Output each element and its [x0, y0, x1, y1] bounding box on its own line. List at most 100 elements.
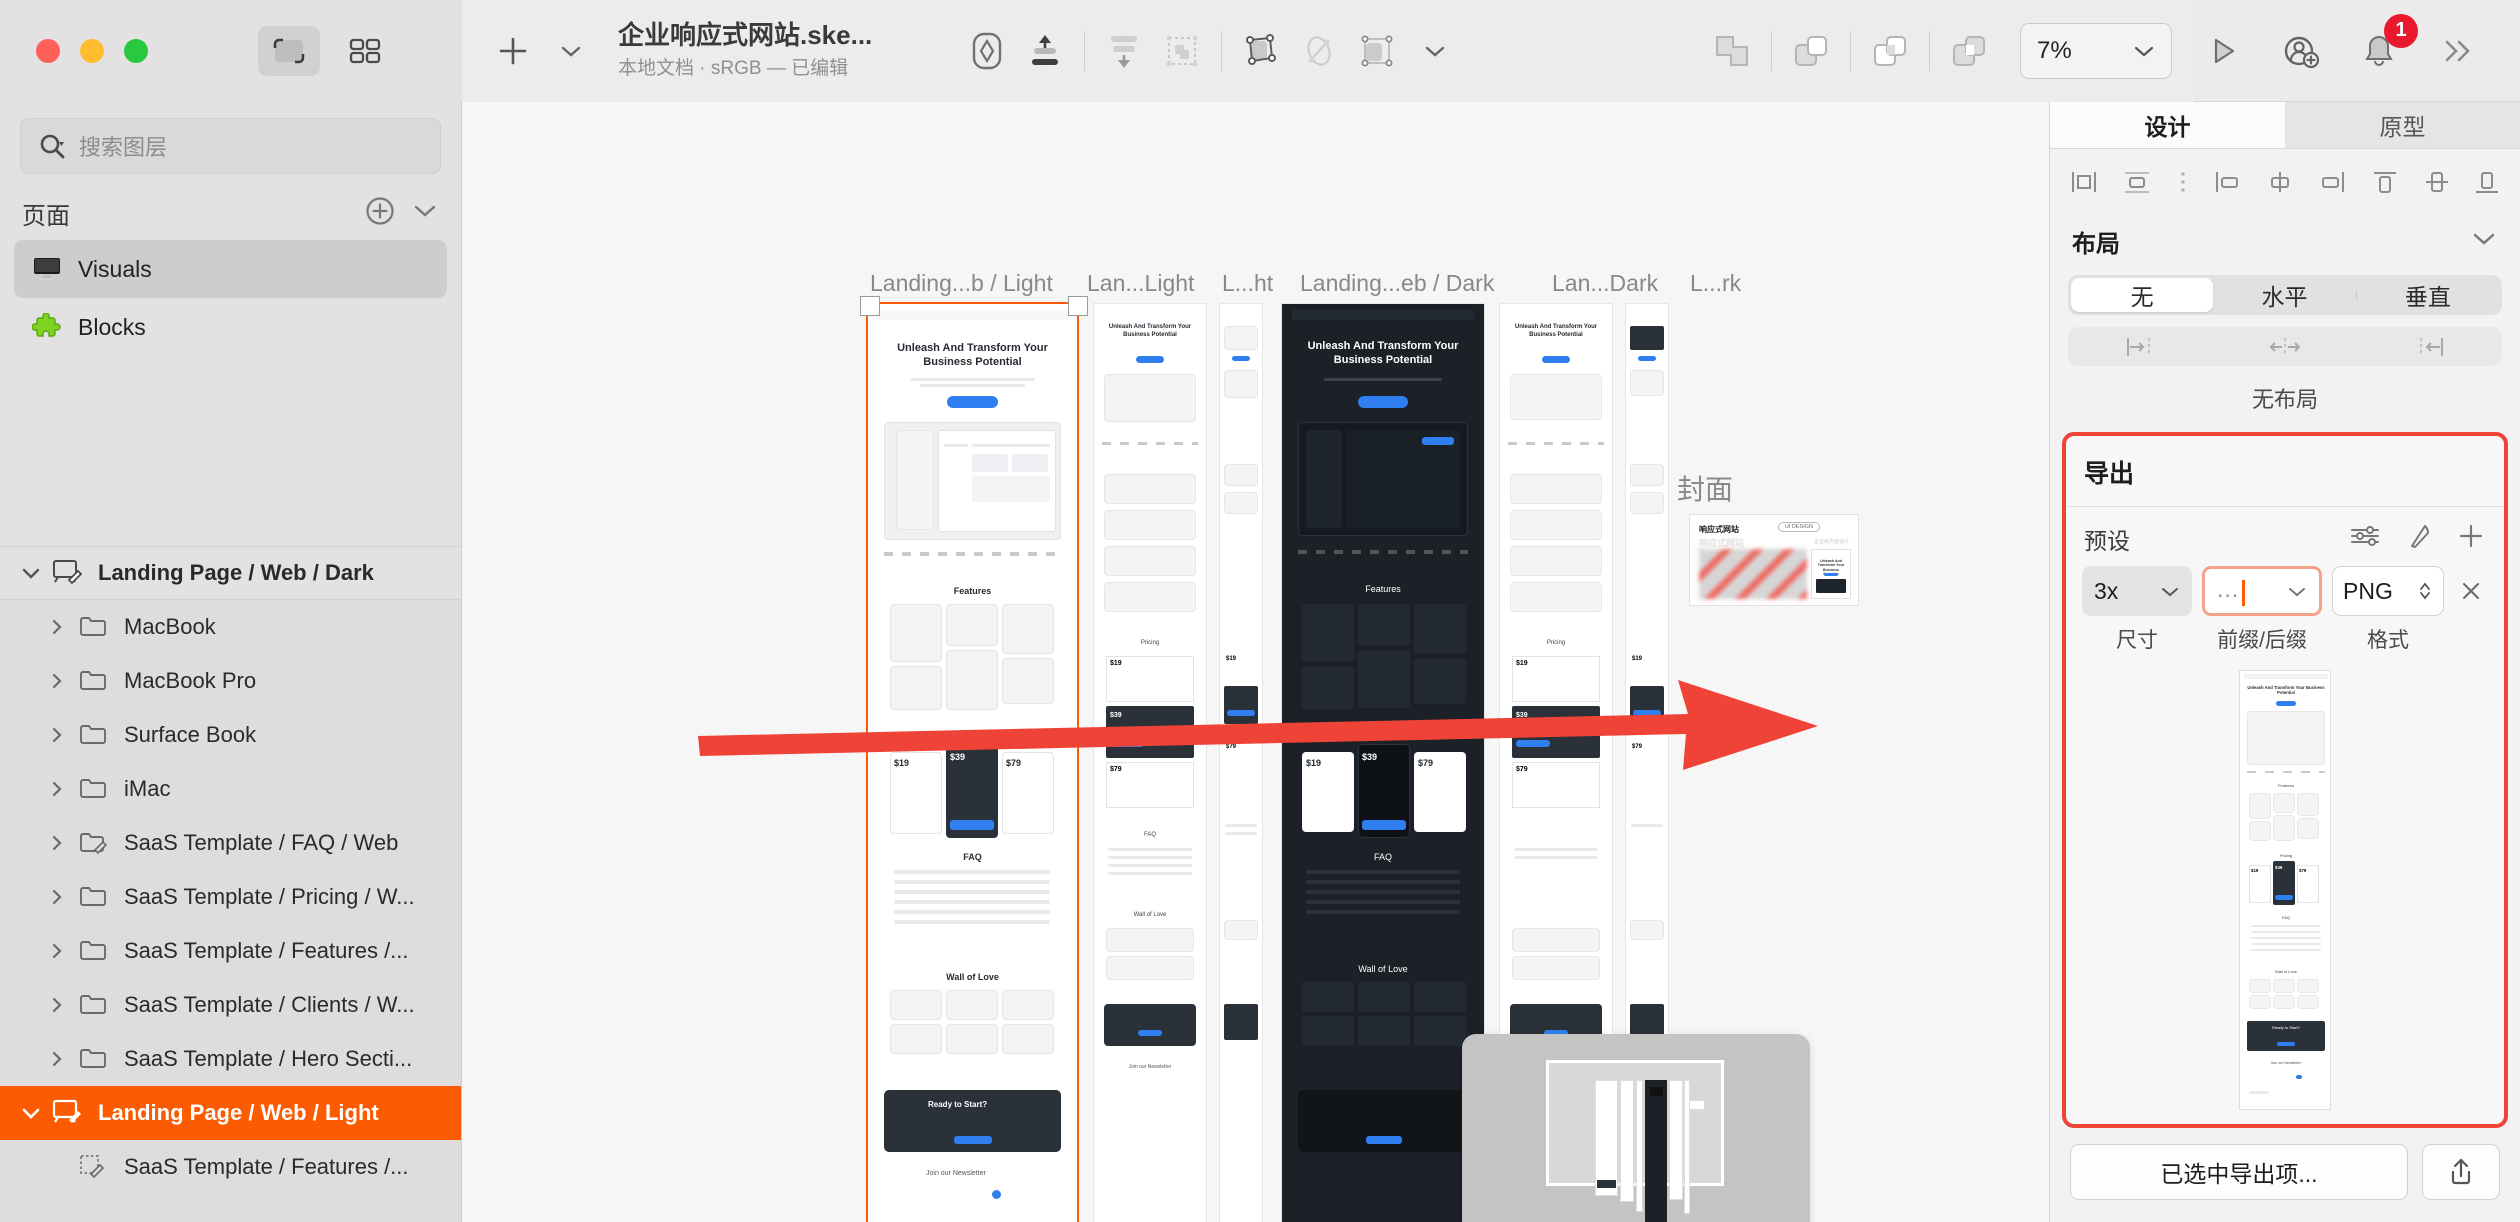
artboard-label[interactable]: Landing...eb / Dark	[1300, 270, 1494, 297]
intersect-button[interactable]	[1861, 22, 1919, 80]
insert-button[interactable]	[484, 22, 542, 80]
pin-left-button[interactable]	[2211, 167, 2245, 202]
layout-mode-none[interactable]: 无	[2071, 277, 2214, 313]
artboard-label[interactable]: L...ht	[1222, 270, 1273, 297]
layer-row[interactable]: MacBook	[0, 600, 461, 654]
pages-collapse-button[interactable]	[411, 202, 439, 225]
canvas[interactable]: Landing...b / Light Lan...Light L...ht L…	[462, 102, 2049, 1222]
artboard-label[interactable]: Lan...Light	[1087, 270, 1194, 297]
layer-row[interactable]: MacBook Pro	[0, 654, 461, 708]
selection-handle-tl[interactable]	[860, 296, 880, 316]
distribute-h-button[interactable]	[2173, 167, 2193, 202]
add-page-button[interactable]	[363, 194, 397, 233]
disclosure-icon[interactable]	[40, 941, 74, 961]
group-button[interactable]	[1153, 22, 1211, 80]
align-left-button[interactable]	[2068, 167, 2102, 202]
resize-both-button[interactable]	[2213, 334, 2357, 360]
minimize-button[interactable]	[80, 38, 104, 63]
disclosure-icon[interactable]	[40, 833, 74, 853]
sidebar-page-visuals[interactable]: Visuals	[14, 240, 447, 298]
export-format-stepper[interactable]: PNG	[2332, 566, 2444, 616]
create-symbol-button[interactable]	[958, 22, 1016, 80]
layer-row[interactable]: Landing Page / Web / Dark	[0, 546, 461, 600]
pin-right-button[interactable]	[2315, 167, 2349, 202]
toolbar-overflow-button[interactable]	[2428, 22, 2486, 80]
add-collaborator-button[interactable]	[2272, 22, 2330, 80]
disclosure-icon[interactable]	[40, 725, 74, 745]
artboard-label[interactable]: Landing...b / Light	[870, 270, 1053, 297]
navigator-viewport[interactable]	[1546, 1060, 1724, 1186]
difference-button[interactable]	[1940, 22, 1998, 80]
cover-label[interactable]: 封面	[1677, 468, 1733, 508]
export-prefix-input[interactable]: ...	[2202, 566, 2322, 616]
chevron-down-icon	[414, 205, 436, 217]
close-button[interactable]	[36, 38, 60, 63]
artboard-label[interactable]: L...rk	[1690, 270, 1741, 297]
disclosure-icon[interactable]	[40, 779, 74, 799]
pin-middle-button[interactable]	[2420, 167, 2454, 202]
search-input[interactable]: 搜索图层	[20, 118, 441, 174]
navigator-minimap[interactable]	[1462, 1034, 1810, 1222]
layout-mode-vertical[interactable]: 垂直	[2357, 278, 2499, 312]
mask-button[interactable]	[1290, 22, 1348, 80]
edit-icon	[2411, 525, 2429, 548]
resize-left-button[interactable]	[2068, 334, 2212, 360]
share-button[interactable]	[2422, 1144, 2500, 1200]
export-slice-button[interactable]	[2404, 521, 2434, 556]
export-selected-button[interactable]: 已选中导出项...	[2070, 1144, 2408, 1200]
scale-dropdown-button[interactable]	[1406, 22, 1464, 80]
sidebar-page-blocks[interactable]: Blocks	[14, 298, 447, 356]
disclosure-icon[interactable]	[40, 617, 74, 637]
layer-row[interactable]: SaaS Template / Features /...	[0, 1140, 461, 1194]
layout-collapse-button[interactable]	[2470, 227, 2498, 255]
document-info[interactable]: 企业响应式网站.ske... 本地文档 · sRGB — 已编辑	[618, 20, 928, 81]
layout-title: 布局	[2072, 230, 2120, 258]
layer-row[interactable]: iMac	[0, 762, 461, 816]
zoom-select[interactable]: 7%	[2020, 22, 2172, 79]
disclosure-icon[interactable]	[40, 671, 74, 691]
pin-top-button[interactable]	[2368, 167, 2402, 202]
layer-list[interactable]: Landing Page / Web / Dark MacBook MacBoo…	[0, 546, 461, 1222]
pin-center-button[interactable]	[2263, 167, 2297, 202]
layer-row[interactable]: SaaS Template / Features /...	[0, 924, 461, 978]
export-column-labels: 尺寸 前缀/后缀 格式	[2066, 616, 2504, 654]
zoom-button[interactable]	[124, 38, 148, 63]
disclosure-icon[interactable]	[14, 1106, 48, 1120]
artboard-cover[interactable]: 响应式网站 UI DESIGN 响应式网站 企业级页面设计 Unleash An…	[1689, 514, 1859, 606]
section-title: Wall of Love	[946, 972, 999, 982]
layer-row[interactable]: Surface Book	[0, 708, 461, 762]
disclosure-icon[interactable]	[14, 566, 48, 580]
scale-button[interactable]	[1348, 22, 1406, 80]
selection-handle-tr[interactable]	[1068, 296, 1088, 316]
add-export-preset-button[interactable]	[2456, 521, 2486, 556]
align-center-h-button[interactable]	[2120, 167, 2154, 202]
artboard-label[interactable]: Lan...Dark	[1552, 270, 1658, 297]
layer-row[interactable]: SaaS Template / Clients / W...	[0, 978, 461, 1032]
notifications-button[interactable]: 1	[2350, 13, 2418, 80]
tab-design[interactable]: 设计	[2050, 102, 2285, 148]
insert-dropdown-button[interactable]	[542, 22, 600, 80]
preview-button[interactable]	[2194, 22, 2252, 80]
grid-view-button[interactable]	[334, 26, 396, 76]
remove-export-preset-button[interactable]	[2454, 578, 2488, 604]
disclosure-icon[interactable]	[40, 995, 74, 1015]
layer-row[interactable]: SaaS Template / Pricing / W...	[0, 870, 461, 924]
transform-button[interactable]	[1232, 22, 1290, 80]
pin-bottom-button[interactable]	[2472, 167, 2502, 202]
tab-prototype[interactable]: 原型	[2285, 102, 2520, 148]
export-options-button[interactable]	[2348, 523, 2382, 554]
resize-right-button[interactable]	[2358, 334, 2502, 360]
union-button[interactable]	[1703, 22, 1761, 80]
layer-row-selected[interactable]: Landing Page / Web / Light	[0, 1086, 461, 1140]
subtract-button[interactable]	[1782, 22, 1840, 80]
send-backward-button[interactable]	[1095, 22, 1153, 80]
bring-forward-button[interactable]	[1016, 22, 1074, 80]
disclosure-icon[interactable]	[40, 887, 74, 907]
export-size-select[interactable]: 3x	[2082, 566, 2192, 616]
layout-mode-horizontal[interactable]: 水平	[2213, 278, 2355, 312]
disclosure-icon[interactable]	[40, 1049, 74, 1069]
layer-row[interactable]: SaaS Template / FAQ / Web	[0, 816, 461, 870]
layer-row[interactable]: SaaS Template / Hero Secti...	[0, 1032, 461, 1086]
pin-right-icon	[2322, 171, 2345, 192]
canvas-view-button[interactable]	[258, 25, 320, 76]
